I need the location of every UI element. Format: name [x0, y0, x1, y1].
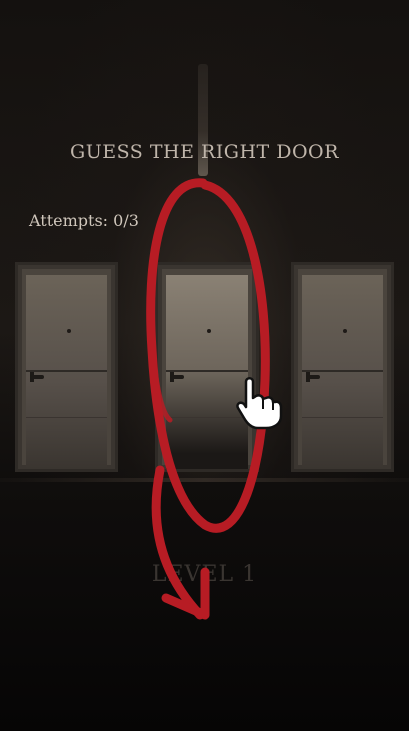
red-circle-stroke — [146, 178, 270, 533]
red-circle-arrow-overlay — [146, 178, 270, 620]
pointing-hand-icon — [236, 377, 283, 430]
